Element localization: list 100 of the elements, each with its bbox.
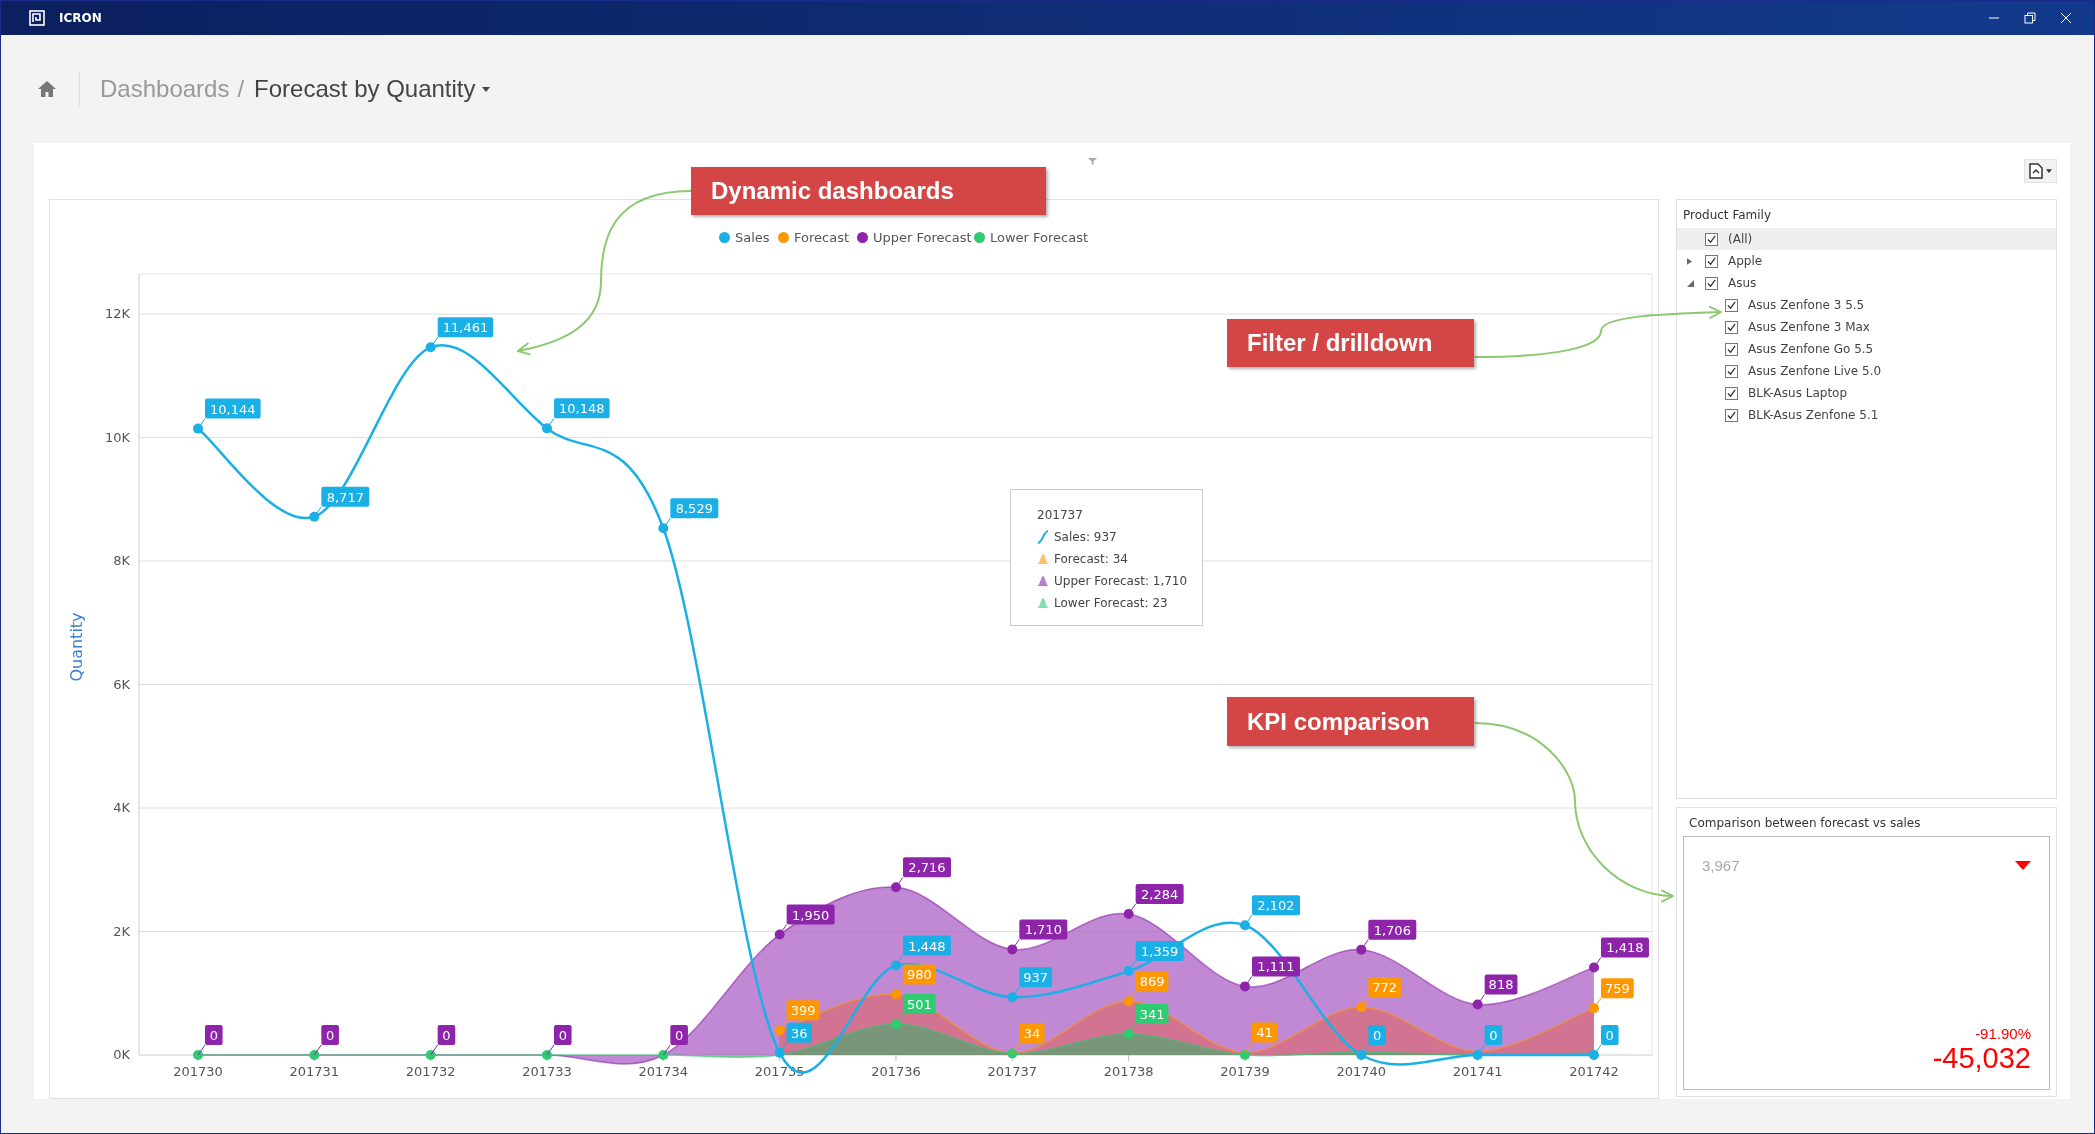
checkbox[interactable] — [1725, 298, 1738, 312]
x-axis-label: 201739 — [1220, 1064, 1270, 1079]
kpi-percent: -91.90% — [1975, 1025, 2031, 1042]
x-axis-label: 201736 — [871, 1064, 921, 1079]
checkbox[interactable] — [1705, 254, 1718, 268]
filter-title: Product Family — [1682, 208, 1772, 222]
tree-item[interactable]: Asus Zenfone Go 5.5 — [1677, 338, 2056, 360]
tree-item[interactable]: BLK-Asus Laptop — [1677, 382, 2056, 404]
data-point — [891, 882, 901, 893]
data-point — [1356, 1002, 1367, 1013]
checkbox[interactable] — [1705, 276, 1718, 290]
x-axis-label: 201730 — [173, 1064, 223, 1079]
data-label: 34 — [1011, 1022, 1045, 1054]
y-axis-label: 4K — [113, 800, 130, 815]
tree-item[interactable]: BLK-Asus Zenfone 5.1 — [1677, 404, 2056, 426]
x-axis-label: 201738 — [1103, 1064, 1154, 1079]
legend-label: Lower Forecast — [990, 230, 1089, 245]
legend-label: Sales — [735, 230, 770, 245]
x-axis-label: 201741 — [1452, 1064, 1503, 1079]
data-label: 0 — [430, 1025, 456, 1056]
y-axis-label: 6K — [113, 676, 130, 692]
data-point — [658, 523, 669, 534]
tree-item[interactable]: Asus Zenfone Live 5.0 — [1677, 360, 2056, 382]
close-icon — [2060, 12, 2072, 24]
home-icon[interactable] — [37, 80, 57, 98]
expand-arrow-icon[interactable] — [1687, 257, 1692, 265]
y-axis-label: 2K — [113, 923, 130, 939]
data-point — [1123, 908, 1134, 919]
data-point — [774, 929, 785, 940]
collapse-arrow-icon[interactable] — [1687, 279, 1694, 287]
data-point — [1356, 944, 1367, 955]
tree-item[interactable]: Asus Zenfone 3 Max — [1677, 316, 2056, 338]
x-axis-label: 201734 — [638, 1064, 689, 1079]
data-point — [1588, 1050, 1599, 1060]
data-point — [542, 1050, 552, 1060]
tree-item[interactable]: (All) — [1677, 228, 2056, 250]
data-point — [1239, 981, 1250, 992]
y-axis-label: 12K — [104, 306, 130, 321]
tooltip-text: Forecast: 34 — [1054, 552, 1128, 566]
data-label: 0 — [197, 1025, 223, 1056]
data-point — [542, 423, 552, 434]
data-point — [309, 511, 320, 522]
callout-label: Filter / drilldown — [1227, 319, 1474, 367]
data-point — [891, 1019, 901, 1030]
data-label: 0 — [662, 1025, 688, 1056]
data-point — [425, 342, 436, 353]
breadcrumb-separator: / — [237, 75, 245, 103]
checkbox[interactable] — [1725, 342, 1738, 356]
tree-item[interactable]: Asus Zenfone 3 5.5 — [1677, 294, 2056, 316]
dashboard-dropdown[interactable]: Forecast by Quantity — [254, 75, 490, 103]
checkbox[interactable] — [1705, 232, 1718, 246]
data-point — [193, 423, 203, 434]
x-axis-label: 201740 — [1336, 1064, 1387, 1079]
checkbox[interactable] — [1725, 320, 1738, 334]
data-point — [193, 1050, 203, 1060]
kpi-title: Comparison between forecast vs sales — [1688, 816, 1922, 830]
restore-icon — [2024, 12, 2036, 24]
callout-label: KPI comparison — [1227, 697, 1474, 746]
checkbox[interactable] — [1725, 364, 1738, 378]
y-axis-label: 0K — [113, 1047, 130, 1062]
line-series-icon — [1037, 530, 1049, 544]
data-point — [1239, 920, 1250, 931]
data-label: 0 — [313, 1025, 339, 1056]
data-label: 41 — [1244, 1022, 1278, 1053]
kpi-target-value: 3,967 — [1702, 857, 1740, 874]
checkbox[interactable] — [1725, 386, 1738, 400]
data-point — [1588, 1003, 1599, 1014]
document-icon — [2029, 163, 2043, 179]
data-point — [774, 1025, 785, 1036]
x-axis-label: 201733 — [522, 1064, 572, 1079]
data-point — [1472, 999, 1483, 1010]
legend-label: Forecast — [794, 230, 849, 245]
data-point — [1123, 966, 1134, 977]
y-axis-label: 8K — [113, 553, 130, 568]
data-point — [774, 1047, 785, 1058]
data-label: 0 — [546, 1025, 572, 1056]
export-button[interactable] — [2024, 159, 2057, 183]
window-title: ICRON — [59, 11, 102, 25]
data-point — [1007, 1048, 1018, 1059]
x-axis-label: 201742 — [1569, 1064, 1619, 1079]
kpi-delta: -45,032 — [1932, 1042, 2031, 1075]
data-point — [1007, 992, 1018, 1003]
data-point — [658, 1050, 669, 1060]
checkbox[interactable] — [1725, 408, 1738, 422]
x-axis-label: 201737 — [987, 1064, 1038, 1079]
tooltip-text: Upper Forecast: 1,710 — [1054, 574, 1188, 588]
data-point — [1123, 996, 1134, 1007]
data-point — [309, 1050, 320, 1060]
data-point — [1007, 944, 1018, 955]
y-axis-label: 10K — [104, 429, 130, 445]
data-point — [1239, 1050, 1250, 1060]
tooltip-text: Sales: 937 — [1054, 530, 1117, 544]
tree-item[interactable]: Apple — [1677, 250, 2056, 272]
data-label: 0 — [1593, 1025, 1619, 1056]
legend-label: Upper Forecast — [873, 230, 972, 245]
tree-item[interactable]: Asus — [1677, 272, 2056, 294]
area-series-icon — [1037, 576, 1049, 586]
data-point — [1123, 1028, 1134, 1039]
app-logo-icon — [29, 10, 45, 26]
data-point — [891, 989, 901, 1000]
